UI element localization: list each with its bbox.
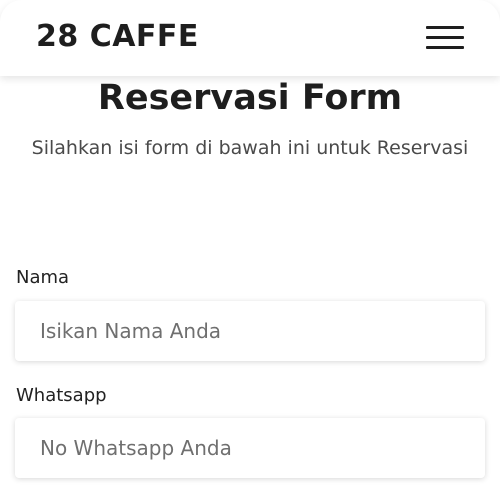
name-input[interactable] (15, 301, 485, 361)
page: 28 CAFFE Reservasi Form Silahkan isi for… (0, 0, 500, 500)
name-label: Nama (16, 267, 70, 288)
navbar: 28 CAFFE (0, 0, 500, 76)
whatsapp-label: Whatsapp (16, 385, 107, 406)
brand-logo[interactable]: 28 CAFFE (36, 18, 199, 56)
hamburger-line (426, 26, 464, 29)
hamburger-line (426, 46, 464, 49)
hamburger-menu-icon[interactable] (426, 26, 464, 50)
hamburger-line (426, 36, 464, 39)
page-title: Reservasi Form (97, 78, 403, 118)
page-subtitle: Silahkan isi form di bawah ini untuk Res… (31, 137, 469, 159)
whatsapp-input[interactable] (15, 418, 485, 478)
